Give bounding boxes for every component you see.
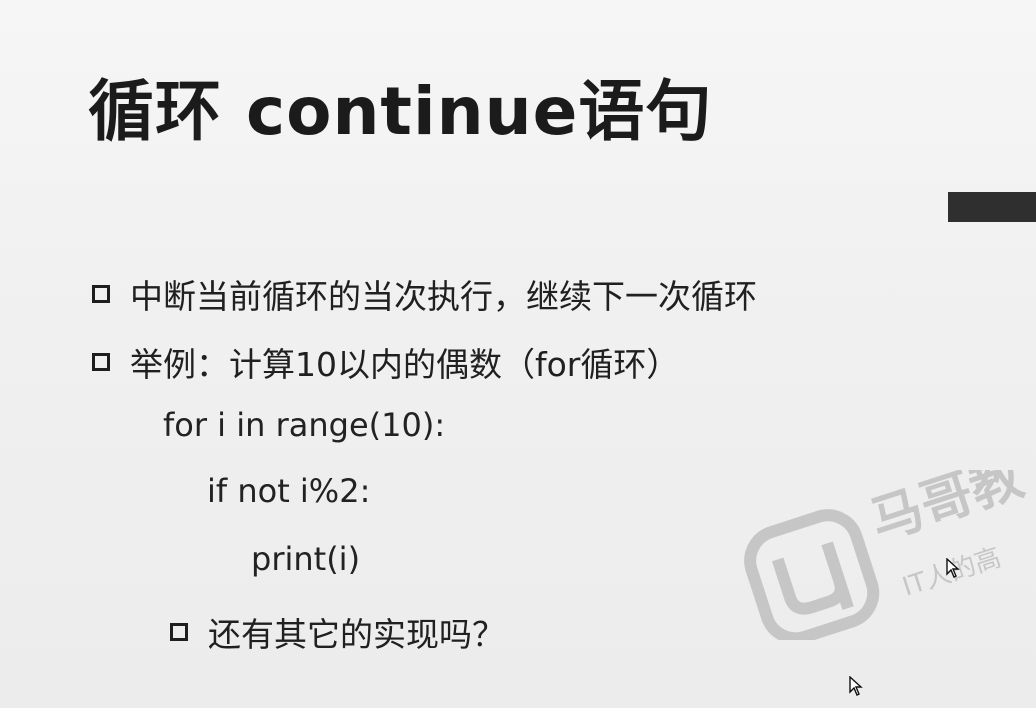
checkbox-bullet-icon bbox=[92, 353, 110, 371]
bullet-item-2: 举例：计算10以内的偶数（for循环） bbox=[92, 338, 679, 386]
mouse-pointer-icon bbox=[849, 676, 863, 696]
code-line-2: if not i%2: bbox=[207, 472, 371, 510]
checkbox-bullet-icon bbox=[92, 285, 110, 303]
mouse-pointer-icon bbox=[946, 558, 960, 578]
slide-title: 循环 continue语句 bbox=[88, 73, 713, 150]
code-line-1: for i in range(10): bbox=[163, 406, 446, 444]
presentation-slide: 循环 continue语句 中断当前循环的当次执行，继续下一次循环 举例：计算1… bbox=[0, 0, 1036, 708]
bullet-text-2: 举例：计算10以内的偶数（for循环） bbox=[130, 345, 680, 384]
sub-bullet-text: 还有其它的实现吗？ bbox=[208, 615, 505, 654]
checkbox-bullet-icon bbox=[170, 623, 188, 641]
brand-text: 马哥教 bbox=[863, 470, 1030, 552]
bullet-text-1: 中断当前循环的当次执行，继续下一次循环 bbox=[130, 277, 757, 316]
brand-watermark: 马哥教 IT人的高 bbox=[744, 470, 1030, 640]
brand-logo-icon bbox=[744, 509, 880, 640]
sub-bullet-item: 还有其它的实现吗？ bbox=[170, 608, 505, 656]
bullet-item-1: 中断当前循环的当次执行，继续下一次循环 bbox=[92, 270, 757, 318]
accent-bar bbox=[948, 192, 1036, 222]
code-line-3: print(i) bbox=[251, 540, 361, 578]
